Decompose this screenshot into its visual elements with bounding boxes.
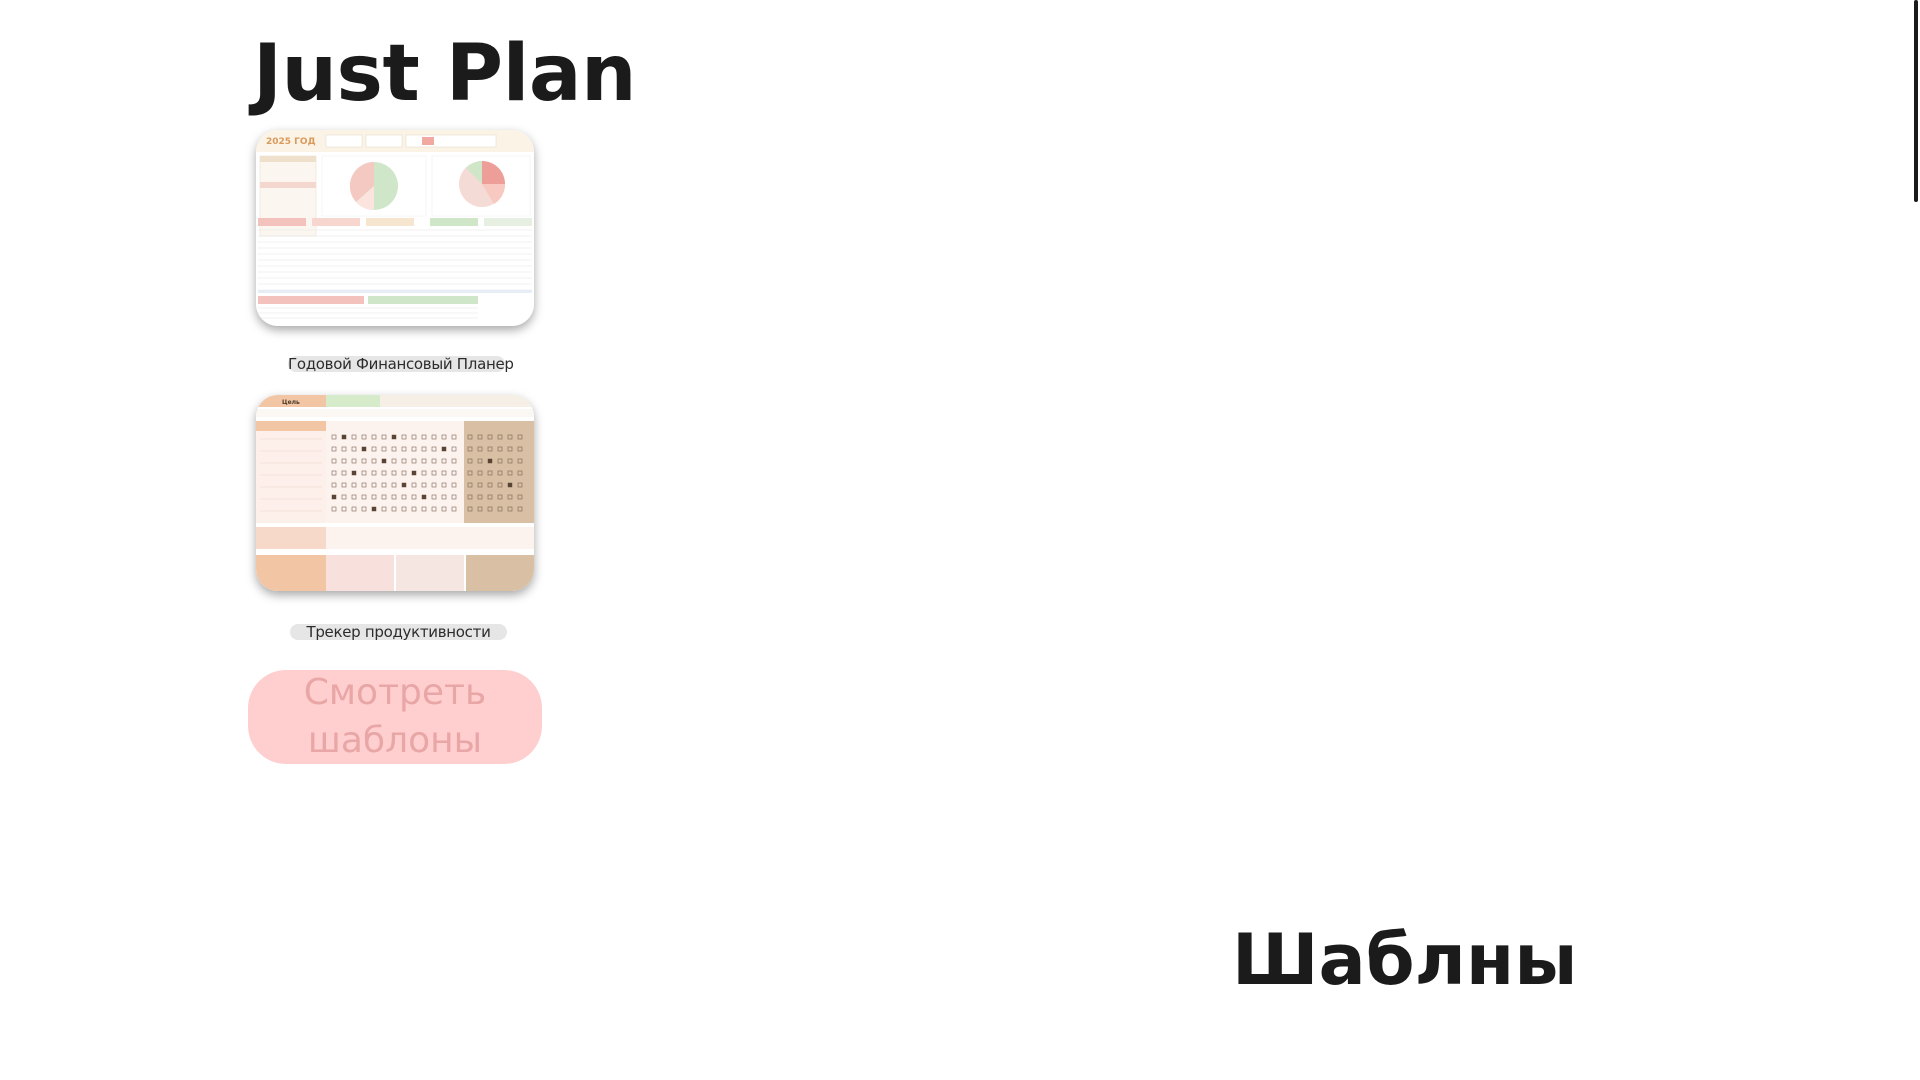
productivity-tracker-thumbnail: Цель — [256, 395, 534, 591]
finance-planner-preview[interactable]: 2025 ГОД — [256, 130, 534, 326]
page-scrollbar[interactable] — [1914, 0, 1920, 1080]
productivity-tracker-preview[interactable]: Цель — [256, 395, 534, 591]
templates-section-title: Шаблны — [1232, 919, 1578, 1001]
view-templates-button[interactable]: Смотреть шаблоны — [248, 670, 542, 764]
productivity-tracker-caption[interactable]: Трекер продуктивности — [290, 624, 507, 640]
page: Just Plan 2025 ГОД Годовой Финансовый Пл… — [0, 0, 1920, 1080]
preview-goal-label: Цель — [282, 399, 300, 406]
finance-planner-thumbnail: 2025 ГОД — [256, 130, 534, 326]
scrollbar-thumb[interactable] — [1914, 0, 1918, 202]
preview-year-label: 2025 ГОД — [266, 137, 316, 147]
finance-planner-caption[interactable]: Годовой Финансовый Планер — [288, 356, 514, 372]
brand-title: Just Plan — [253, 29, 637, 119]
